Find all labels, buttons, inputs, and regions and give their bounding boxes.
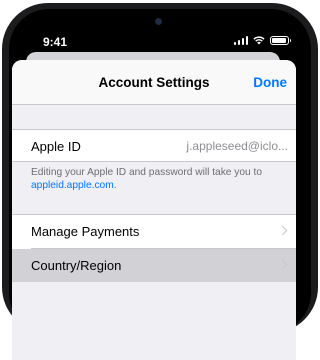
manage-payments-row[interactable]: Manage Payments <box>12 215 296 248</box>
chevron-right-icon <box>277 259 288 269</box>
status-icons <box>233 35 291 45</box>
apple-id-value: j.appleseed@iclo... <box>186 139 288 153</box>
apple-id-label: Apple ID <box>31 139 81 154</box>
notch <box>103 9 217 35</box>
appleid-link[interactable]: appleid.apple.com <box>31 180 114 191</box>
note-text: Editing your Apple ID and password will … <box>31 167 263 178</box>
camera-icon <box>155 18 162 25</box>
country-region-label: Country/Region <box>31 257 122 273</box>
manage-payments-label: Manage Payments <box>31 224 140 239</box>
cellular-signal-icon <box>233 35 248 45</box>
battery-icon <box>270 35 291 45</box>
note-suffix: . <box>113 180 117 191</box>
navigation-bar: Account Settings Done <box>12 60 296 105</box>
account-settings-sheet: Account Settings Done Apple ID j.applese… <box>12 60 296 360</box>
wifi-icon <box>253 35 265 44</box>
status-time: 9:41 <box>43 35 68 49</box>
done-button[interactable]: Done <box>253 75 287 90</box>
country-region-row[interactable]: Country/Region <box>12 248 296 282</box>
chevron-right-icon <box>277 225 288 236</box>
apple-id-note: Editing your Apple ID and password will … <box>31 166 291 192</box>
apple-id-row[interactable]: Apple ID j.appleseed@iclo... <box>12 129 296 162</box>
settings-group: Manage Payments Country/Region <box>12 214 296 282</box>
